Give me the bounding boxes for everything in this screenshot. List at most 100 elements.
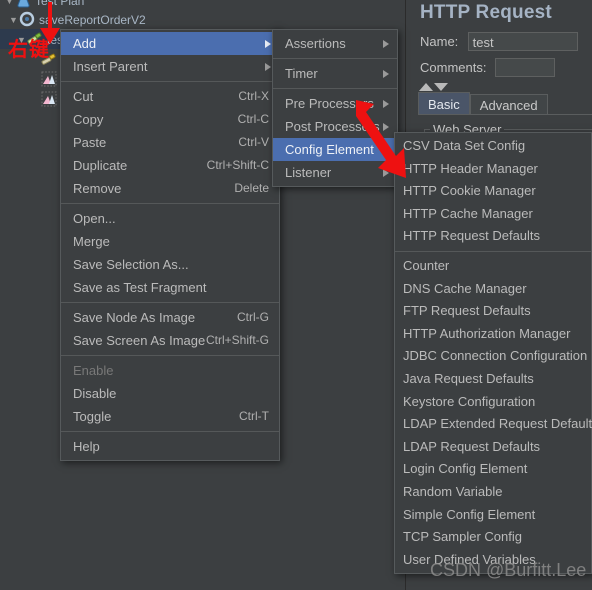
menu-item[interactable]: User Defined Variables [395,549,591,572]
menu-separator [273,88,397,89]
menu-item-label: Toggle [73,409,112,424]
comments-field-row: Comments: [420,56,555,78]
page-title: HTTP Request [420,2,552,23]
menu-item-label: LDAP Extended Request Defaults [403,416,592,432]
annotation-right-click-label: 右键 [8,37,50,61]
menu-item-label: Timer [285,66,318,81]
menu-item-label: User Defined Variables [403,551,536,567]
menu-item[interactable]: Timer [273,62,397,85]
menu-item-label: CSV Data Set Config [403,138,526,153]
menu-item[interactable]: FTP Request Defaults [395,300,591,323]
menu-item[interactable]: CSV Data Set Config [395,135,591,158]
menu-item[interactable]: HTTP Request Defaults [395,225,591,248]
menu-item[interactable]: Simple Config Element [395,504,591,527]
menu-item[interactable]: JDBC Connection Configuration [395,345,591,368]
menu-item-label: Save Node As Image [73,310,196,325]
menu-item[interactable]: Paste Ctrl-V [61,131,279,154]
menu-item[interactable]: Assertions [273,32,397,55]
menu-item-label: Java Request Defaults [403,370,534,386]
menu-item[interactable]: Login Config Element [395,458,591,481]
menu-item[interactable]: Remove Delete [61,177,279,200]
menu-item[interactable]: HTTP Header Manager [395,158,591,181]
menu-item-label: Post Processors [285,119,380,134]
menu-item[interactable]: Save Screen As Image Ctrl+Shift-G [61,329,279,352]
menu-item[interactable]: Add [61,32,279,55]
menu-item-label: Merge [73,234,110,249]
tree-item-5[interactable]: V [0,89,69,109]
thread-group-icon [19,11,35,27]
menu-item[interactable]: Insert Parent [61,55,279,78]
menu-item-label: Pre Processors [285,96,374,111]
menu-item[interactable]: LDAP Extended Request Defaults [395,413,592,436]
menu-item[interactable]: Save Node As Image Ctrl-G [61,306,279,329]
tree-item-label: saveReportOrderV2 [39,12,146,27]
menu-item-label: Save as Test Fragment [73,280,207,295]
menu-item-label: Config Element [285,142,374,157]
menu-item-label: Counter [403,257,450,273]
menu-item-shortcut: Ctrl-X [238,89,269,103]
menu-item[interactable]: Save Selection As... [61,253,279,276]
menu-item[interactable]: DNS Cache Manager [395,278,591,301]
node-context-menu[interactable]: Add Insert Parent Cut Ctrl-X Copy Ctrl-C Paste… [60,29,280,461]
tree-item-label: Test Plan [35,0,85,8]
menu-item[interactable]: Toggle Ctrl-T [61,405,279,428]
menu-item[interactable]: HTTP Cache Manager [395,203,591,226]
tab-basic[interactable]: Basic [418,92,470,115]
menu-item[interactable]: Java Request Defaults [395,368,591,391]
collapse-up-icon[interactable] [419,83,433,91]
menu-item[interactable]: TCP Sampler Config [395,526,591,549]
submenu-arrow-icon [265,40,271,48]
menu-item-label: Save Screen As Image [73,333,206,348]
submenu-arrow-icon [383,169,389,177]
menu-item[interactable]: HTTP Cookie Manager [395,180,591,203]
menu-item[interactable]: Copy Ctrl-C [61,108,279,131]
menu-item[interactable]: Save as Test Fragment [61,276,279,299]
menu-separator [273,58,397,59]
menu-item-label: DNS Cache Manager [403,280,527,296]
menu-item-label: HTTP Request Defaults [403,228,541,244]
menu-item-label: HTTP Cache Manager [403,205,533,221]
menu-item-shortcut: Ctrl+Shift-G [205,333,269,347]
menu-item-label: Paste [73,135,107,150]
menu-item[interactable]: Disable [61,382,279,405]
name-field-row: Name: test [420,30,578,52]
menu-item-shortcut: Ctrl-T [239,409,269,423]
menu-item[interactable]: Listener [273,161,397,184]
tree-twisty-icon[interactable]: ▼ [8,10,19,30]
menu-item-label: Login Config Element [403,461,528,477]
menu-separator [395,250,591,252]
menu-item-label: Help [73,439,100,454]
menu-item-label: HTTP Authorization Manager [403,325,571,341]
menu-item[interactable]: Random Variable [395,481,591,504]
name-input[interactable]: test [467,32,578,52]
tree-item-1[interactable]: ▼ saveReportOrderV2 [0,9,146,29]
menu-item[interactable]: Merge [61,230,279,253]
editor-tabstrip[interactable]: Basic Advanced [418,92,548,115]
submenu-arrow-icon [383,100,389,108]
expand-down-icon[interactable] [434,83,448,91]
config-element-submenu[interactable]: CSV Data Set Config HTTP Header Manager HT… [394,132,592,575]
comments-input[interactable] [494,58,555,78]
comments-label: Comments: [420,59,487,75]
listener-icon [41,91,57,107]
menu-item[interactable]: Counter [395,255,591,278]
tab-advanced[interactable]: Advanced [469,94,548,115]
menu-item-label: FTP Request Defaults [403,303,531,319]
menu-separator [61,203,279,204]
menu-item[interactable]: Pre Processors [273,92,397,115]
menu-item-shortcut: Delete [234,181,269,195]
menu-item[interactable]: HTTP Authorization Manager [395,323,591,346]
menu-item[interactable]: Post Processors [273,115,397,138]
menu-item[interactable]: Help [61,435,279,458]
menu-item[interactable]: Config Element [273,138,397,161]
menu-item[interactable]: Keystore Configuration [395,391,591,414]
menu-item[interactable]: Duplicate Ctrl+Shift-C [61,154,279,177]
menu-item[interactable]: Cut Ctrl-X [61,85,279,108]
tree-item-4[interactable]: V [0,69,69,89]
menu-item-label: JDBC Connection Configuration [403,348,588,364]
menu-item-label: Save Selection As... [73,257,189,272]
menu-item[interactable]: LDAP Request Defaults [395,436,591,459]
submenu-arrow-icon [383,70,389,78]
add-submenu[interactable]: Assertions Timer Pre Processors Post Proces… [272,29,398,187]
menu-item[interactable]: Open... [61,207,279,230]
